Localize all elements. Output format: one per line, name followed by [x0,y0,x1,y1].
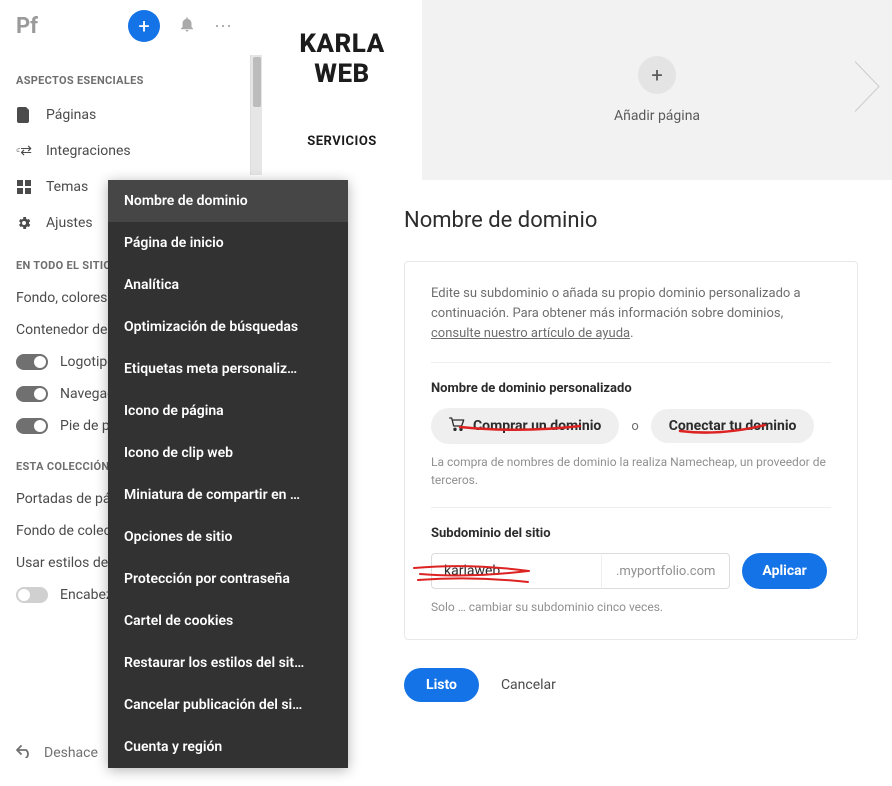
desc-text: Edite su subdominio o añada su propio do… [431,286,801,321]
sidebar-scrollbar[interactable] [250,55,262,175]
topbar: Pf + ⋯ [0,0,250,56]
menu-account[interactable]: Cuenta y región [108,726,348,768]
notifications-icon[interactable] [178,15,196,38]
toggle-header[interactable] [16,587,48,603]
pages-icon [16,107,32,123]
apply-button[interactable]: Aplicar [742,553,826,589]
item-label: Fondo, colores [16,290,107,306]
menu-analytics[interactable]: Analítica [108,264,348,306]
or-separator: o [631,419,638,434]
menu-meta-tags[interactable]: Etiquetas meta personaliz… [108,348,348,390]
menu-unpublish[interactable]: Cancelar publicación del si… [108,684,348,726]
menu-domain[interactable]: Nombre de dominio [108,180,348,222]
subdomain-label: Subdominio del sitio [431,526,831,541]
domain-card: Edite su subdominio o añada su propio do… [404,261,858,640]
integrations-icon: ⇄ [16,143,32,159]
site-preview-header: KARLA WEB SERVICIOS [262,0,422,149]
scrollbar-thumb[interactable] [253,57,261,107]
nav-integrations[interactable]: ⇄ Integraciones [0,133,250,169]
undo-icon [16,744,32,762]
divider [431,362,831,363]
toggle-navigation[interactable] [16,386,48,402]
plus-icon: + [138,14,149,38]
toggle-footer[interactable] [16,418,48,434]
item-label: Fondo de colec [16,523,111,539]
app-logo: Pf [16,14,120,39]
nav-label: Ajustes [46,215,93,231]
add-page-label: Añadir página [614,108,700,124]
menu-share-thumb[interactable]: Miniatura de compartir en … [108,474,348,516]
item-label: Portadas de pá [16,491,111,507]
subdomain-input[interactable] [431,553,601,589]
nav-label: Temas [46,179,88,195]
title-line: WEB [314,59,369,89]
item-label: Contenedor de [16,322,107,338]
undo-label: Deshace [44,745,98,761]
plus-icon: + [651,63,662,87]
add-button[interactable]: + [128,10,160,42]
item-label: Logotipo [60,354,115,370]
nav-label: Integraciones [46,143,131,159]
done-button[interactable]: Listo [404,668,479,702]
panel-footer: Listo Cancelar [404,668,858,702]
menu-favicon[interactable]: Icono de página [108,390,348,432]
title-line: KARLA [299,29,384,59]
add-page-button[interactable]: + [638,56,676,94]
menu-site-options[interactable]: Opciones de sitio [108,516,348,558]
panel-title: Nombre de dominio [404,208,858,233]
item-label: Usar estilos de [16,555,108,571]
divider [431,507,831,508]
site-title: KARLA WEB [262,30,422,90]
toggle-logo[interactable] [16,354,48,370]
menu-password[interactable]: Protección por contraseña [108,558,348,600]
connect-domain-button[interactable]: Conectar tu dominio [651,409,815,443]
themes-icon [16,180,32,194]
menu-seo[interactable]: Optimización de búsquedas [108,306,348,348]
buy-domain-button[interactable]: Comprar un dominio [431,408,619,444]
domain-description: Edite su subdominio o añada su propio do… [431,284,831,344]
domain-settings-panel: Nombre de dominio Edite su subdominio o … [370,180,892,786]
menu-cookies[interactable]: Cartel de cookies [108,600,348,642]
menu-homepage[interactable]: Página de inicio [108,222,348,264]
more-icon[interactable]: ⋯ [214,16,234,37]
button-label: Comprar un dominio [473,418,601,434]
menu-restore-styles[interactable]: Restaurar los estilos del sit… [108,642,348,684]
subdomain-suffix: .myportfolio.com [601,553,730,589]
undo-button[interactable]: Deshace [0,732,114,774]
site-nav-link[interactable]: SERVICIOS [262,134,422,149]
custom-domain-label: Nombre de dominio personalizado [431,381,831,396]
cart-icon [449,417,465,435]
gear-icon [16,215,32,231]
cancel-button[interactable]: Cancelar [501,677,556,693]
help-article-link[interactable]: consulte nuestro artículo de ayuda [431,326,630,341]
subdomain-row: .myportfolio.com Aplicar [431,553,831,589]
menu-webclip[interactable]: Icono de clip web [108,432,348,474]
buy-domain-note: La compra de nombres de dominio la reali… [431,454,831,489]
chevron-right-icon[interactable] [854,61,880,120]
button-label: Conectar tu dominio [669,418,797,434]
subdomain-note: Solo … cambiar su subdominio cinco veces… [431,599,831,616]
settings-menu: Nombre de dominio Página de inicio Analí… [108,180,348,768]
domain-button-row: Comprar un dominio o Conectar tu dominio [431,408,831,444]
section-essentials-label: ASPECTOS ESENCIALES [0,56,250,97]
nav-pages[interactable]: Páginas [0,97,250,133]
canvas-add-page-area: + Añadir página [422,0,892,180]
nav-label: Páginas [46,107,96,123]
